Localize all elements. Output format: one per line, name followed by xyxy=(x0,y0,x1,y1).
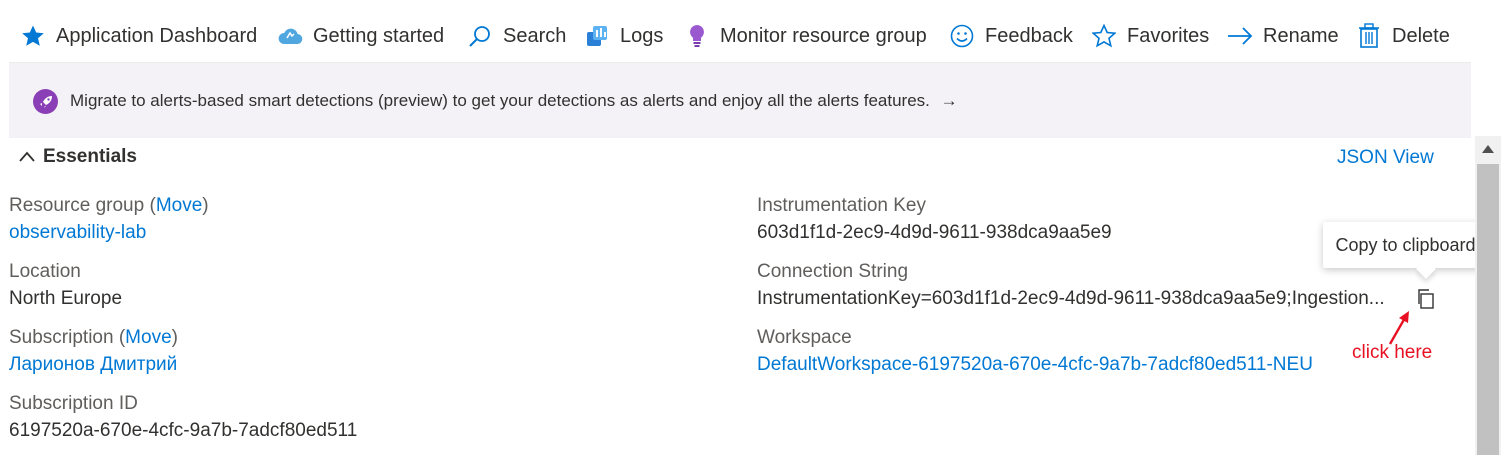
resource-group-label-text: Resource group xyxy=(9,195,145,216)
star-outline-icon xyxy=(1091,23,1117,49)
star-filled-icon xyxy=(20,23,46,49)
favorites-label: Favorites xyxy=(1127,24,1210,47)
subscription-label-text: Subscription xyxy=(9,327,114,348)
delete-label: Delete xyxy=(1392,24,1450,47)
copy-icon xyxy=(1418,289,1434,309)
favorites-button[interactable]: Favorites xyxy=(1091,20,1209,52)
vertical-scrollbar[interactable] xyxy=(1475,136,1501,455)
feedback-label: Feedback xyxy=(985,24,1073,47)
application-dashboard-button[interactable]: Application Dashboard xyxy=(20,20,257,52)
scroll-thumb[interactable] xyxy=(1477,164,1499,455)
subscription-value[interactable]: Ларионов Дмитрий xyxy=(9,354,177,376)
lightbulb-icon xyxy=(684,23,710,49)
getting-started-button[interactable]: Getting started xyxy=(277,20,444,52)
json-view-link[interactable]: JSON View xyxy=(1337,147,1434,169)
connection-string-label: Connection String xyxy=(757,261,909,282)
location-label: Location xyxy=(9,261,81,282)
resource-group-label: Resource group (Move) xyxy=(9,195,209,216)
feedback-button[interactable]: Feedback xyxy=(949,20,1073,52)
logs-label: Logs xyxy=(620,24,664,47)
connection-string-value: InstrumentationKey=603d1f1d-2ec9-4d9d-96… xyxy=(757,288,1385,309)
search-icon xyxy=(467,23,493,49)
getting-started-label: Getting started xyxy=(313,24,445,47)
rocket-icon xyxy=(33,89,58,114)
banner-arrow-icon: → xyxy=(940,91,958,110)
annotation-text: click here xyxy=(1352,342,1433,363)
chevron-up-icon xyxy=(19,151,35,162)
search-label: Search xyxy=(503,24,567,47)
arrow-right-icon xyxy=(1227,23,1253,49)
instrumentation-key-value: 603d1f1d-2ec9-4d9d-9611-938dca9aa5e9 xyxy=(757,222,1112,243)
workspace-value[interactable]: DefaultWorkspace-6197520a-670e-4cfc-9a7b… xyxy=(757,354,1313,376)
smiley-icon xyxy=(949,23,975,49)
workspace-label: Workspace xyxy=(757,327,852,348)
rename-label: Rename xyxy=(1263,24,1339,47)
caret-up-icon xyxy=(1482,145,1494,153)
move-subscription-link[interactable]: Move xyxy=(125,327,171,348)
tooltip-beak xyxy=(1416,259,1436,279)
migration-banner: Migrate to alerts-based smart detections… xyxy=(9,62,1471,138)
subscription-label: Subscription (Move) xyxy=(9,327,178,348)
search-button[interactable]: Search xyxy=(467,20,566,52)
instrumentation-key-label: Instrumentation Key xyxy=(757,195,926,216)
essentials-title: Essentials xyxy=(43,146,137,167)
move-resource-group-link[interactable]: Move xyxy=(156,195,202,216)
resource-group-value[interactable]: observability-lab xyxy=(9,222,146,244)
copy-tooltip: Copy to clipboard xyxy=(1323,222,1488,279)
command-bar: Application Dashboard Getting started Se… xyxy=(0,0,1501,62)
tooltip-text: Copy to clipboard xyxy=(1335,234,1476,255)
subscription-id-label: Subscription ID xyxy=(9,393,138,414)
application-dashboard-label: Application Dashboard xyxy=(56,24,258,47)
monitor-resource-group-label: Monitor resource group xyxy=(720,24,927,47)
delete-button[interactable]: Delete xyxy=(1356,20,1450,52)
banner-link[interactable]: Migrate to alerts-based smart detections… xyxy=(70,91,958,111)
monitor-resource-group-button[interactable]: Monitor resource group xyxy=(684,20,927,52)
copy-to-clipboard-button[interactable] xyxy=(1413,286,1439,312)
banner-message: Migrate to alerts-based smart detections… xyxy=(70,91,930,110)
location-value: North Europe xyxy=(9,288,123,309)
logs-button[interactable]: Logs xyxy=(584,20,663,52)
logs-icon xyxy=(584,23,610,49)
cloud-icon xyxy=(277,23,303,49)
rename-button[interactable]: Rename xyxy=(1227,20,1339,52)
subscription-id-value: 6197520a-670e-4cfc-9a7b-7adcf80ed511 xyxy=(9,420,358,441)
scroll-up-button[interactable] xyxy=(1475,136,1501,162)
essentials-toggle[interactable]: Essentials xyxy=(17,146,137,168)
trash-icon xyxy=(1356,23,1382,49)
